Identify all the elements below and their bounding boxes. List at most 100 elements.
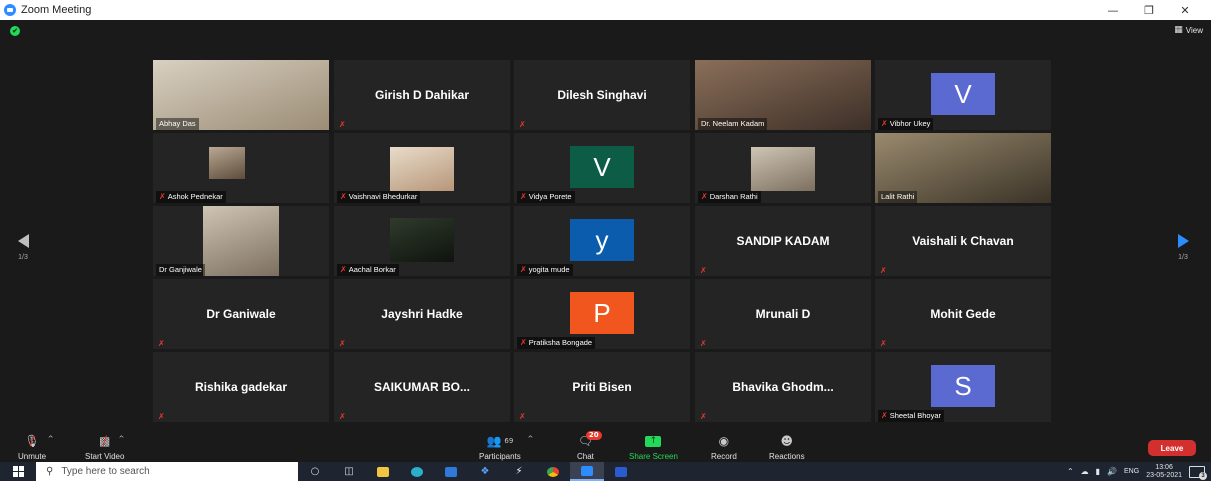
participant-tile[interactable]: Vaishali k Chavan ✗: [875, 206, 1051, 276]
arrow-left-icon: [17, 234, 29, 248]
taskbar-search-input[interactable]: ⚲ Type here to search: [36, 462, 298, 481]
windows-start-button[interactable]: [0, 462, 36, 481]
minimize-button[interactable]: —: [1095, 0, 1131, 20]
mic-muted-icon: ✗: [340, 265, 347, 274]
participants-icon: 👥 69 ^: [486, 434, 534, 448]
dropbox-icon[interactable]: ❖: [468, 462, 502, 481]
participant-tile[interactable]: V ✗ Vidya Porete: [514, 133, 690, 203]
participant-name-center: Vaishali k Chavan: [912, 234, 1014, 248]
cortana-icon[interactable]: ○: [298, 462, 332, 481]
participant-tile[interactable]: Mohit Gede ✗: [875, 279, 1051, 349]
participant-avatar: V: [570, 146, 634, 188]
start-video-label: Start Video: [85, 452, 125, 461]
view-button[interactable]: ▦ View: [1174, 25, 1203, 35]
meeting-top-bar: ✔ ▦ View: [0, 20, 1211, 42]
participant-tile[interactable]: Dr Ganjiwale: [153, 206, 329, 276]
record-button[interactable]: ◉ Record: [711, 434, 737, 461]
participant-name-text: yogita mude: [528, 265, 570, 274]
participant-name-text: Abhay Das: [159, 119, 196, 128]
participant-tile[interactable]: Bhavika Ghodm... ✗: [695, 352, 871, 422]
participant-tile[interactable]: Girish D Dahikar ✗: [334, 60, 510, 130]
participant-tile[interactable]: SAIKUMAR BO... ✗: [334, 352, 510, 422]
participant-tile[interactable]: Dr Ganiwale ✗: [153, 279, 329, 349]
cloud-icon[interactable]: ☁: [1081, 467, 1089, 476]
participant-tile[interactable]: S ✗ Sheetal Bhoyar: [875, 352, 1051, 422]
arrow-right-icon: [1177, 234, 1189, 248]
participant-name-center: Dr Ganiwale: [206, 307, 276, 321]
participant-name-label: Dr Ganjiwale: [156, 264, 205, 276]
participant-name-text: Dr. Neelam Kadam: [701, 119, 765, 128]
participant-name-text: Sheetal Bhoyar: [889, 411, 941, 420]
participant-tile[interactable]: Abhay Das: [153, 60, 329, 130]
share-screen-button[interactable]: ↑ Share Screen: [629, 434, 678, 461]
edge-browser-icon[interactable]: [400, 462, 434, 481]
next-page-button[interactable]: 1/3: [1173, 234, 1193, 261]
participant-name-text: Ashok Pednekar: [167, 192, 223, 201]
participant-video: [203, 206, 279, 276]
participant-tile[interactable]: Lalit Rathi: [875, 133, 1051, 203]
taskbar-clock[interactable]: 13:06 23-05-2021: [1146, 464, 1182, 480]
participant-tile[interactable]: ✗ Darshan Rathi: [695, 133, 871, 203]
task-view-icon[interactable]: ◫: [332, 462, 366, 481]
zoom-app-icon[interactable]: [570, 462, 604, 481]
mail-icon[interactable]: [434, 462, 468, 481]
participant-tile[interactable]: Mrunali D ✗: [695, 279, 871, 349]
participant-name-center: SAIKUMAR BO...: [374, 380, 470, 394]
lightning-app-icon[interactable]: ⚡: [502, 462, 536, 481]
language-indicator[interactable]: ENG: [1124, 468, 1139, 475]
file-explorer-icon[interactable]: [366, 462, 400, 481]
unmute-button[interactable]: 🎙 ∕ ^ Unmute: [18, 434, 54, 462]
participant-name-label: ✗ Vidya Porete: [517, 191, 575, 203]
participant-name-center: Rishika gadekar: [194, 380, 288, 394]
speaker-icon[interactable]: 🔊: [1107, 467, 1117, 476]
participant-name-text: Aachal Borkar: [348, 265, 396, 274]
start-video-button[interactable]: ▩ ∕ ^ Start Video: [85, 434, 125, 462]
participant-tile[interactable]: Dr. Neelam Kadam: [695, 60, 871, 130]
tray-overflow-icon[interactable]: ⌃: [1067, 467, 1074, 476]
security-shield-icon[interactable]: ✔: [10, 26, 20, 36]
record-icon: ◉: [718, 434, 730, 448]
participant-tile[interactable]: Dilesh Singhavi ✗: [514, 60, 690, 130]
mic-muted-icon: ✗: [881, 411, 888, 420]
participants-label: Participants: [479, 452, 521, 461]
mic-muted-icon: ✗: [158, 412, 165, 421]
participant-tile[interactable]: SANDIP KADAM ✗: [695, 206, 871, 276]
notification-center-icon[interactable]: 3: [1189, 465, 1207, 480]
participant-name-center: Mrunali D: [755, 307, 811, 321]
restore-button[interactable]: ❐: [1131, 0, 1167, 20]
participant-tile[interactable]: Priti Bisen ✗: [514, 352, 690, 422]
chrome-browser-icon[interactable]: [536, 462, 570, 481]
participants-button[interactable]: 👥 69 ^ Participants: [479, 434, 534, 461]
leave-button[interactable]: Leave: [1148, 440, 1196, 456]
participant-tile[interactable]: ✗ Vaishnavi Bhedurkar: [334, 133, 510, 203]
mic-muted-icon: ✗: [701, 192, 708, 201]
previous-page-button[interactable]: 1/3: [13, 234, 33, 261]
participant-name-label: ✗ Ashok Pednekar: [156, 191, 226, 203]
reactions-label: Reactions: [769, 452, 805, 461]
participant-tile[interactable]: ✗ Ashok Pednekar: [153, 133, 329, 203]
chat-label: Chat: [577, 452, 594, 461]
mic-muted-icon: ✗: [158, 339, 165, 348]
participant-tile[interactable]: Jayshri Hadke ✗: [334, 279, 510, 349]
participant-tile[interactable]: y ✗ yogita mude: [514, 206, 690, 276]
mic-muted-icon: ✗: [881, 119, 888, 128]
mic-muted-icon: ✗: [519, 120, 526, 129]
battery-icon[interactable]: ▮: [1096, 467, 1100, 476]
participant-tile[interactable]: V ✗ Vibhor Ukey: [875, 60, 1051, 130]
participant-tile[interactable]: ✗ Aachal Borkar: [334, 206, 510, 276]
chat-badge: 20: [585, 431, 602, 440]
chat-button[interactable]: 🗨 20 Chat: [577, 431, 602, 461]
mic-muted-icon: ✗: [340, 192, 347, 201]
participant-avatar: P: [570, 292, 634, 334]
close-button[interactable]: ✕: [1167, 0, 1203, 20]
window-title: Zoom Meeting: [21, 4, 92, 16]
reactions-button[interactable]: ☻ Reactions: [769, 434, 805, 461]
participant-tile[interactable]: Rishika gadekar ✗: [153, 352, 329, 422]
participant-name-text: Dr Ganjiwale: [159, 265, 202, 274]
mic-muted-icon: ✗: [339, 120, 346, 129]
participant-tile[interactable]: P ✗ Pratiksha Bongade: [514, 279, 690, 349]
participant-name-text: Darshan Rathi: [709, 192, 758, 201]
participant-name-label: ✗ Pratiksha Bongade: [517, 337, 596, 349]
participant-name-text: Lalit Rathi: [881, 192, 915, 201]
word-app-icon[interactable]: [604, 462, 638, 481]
